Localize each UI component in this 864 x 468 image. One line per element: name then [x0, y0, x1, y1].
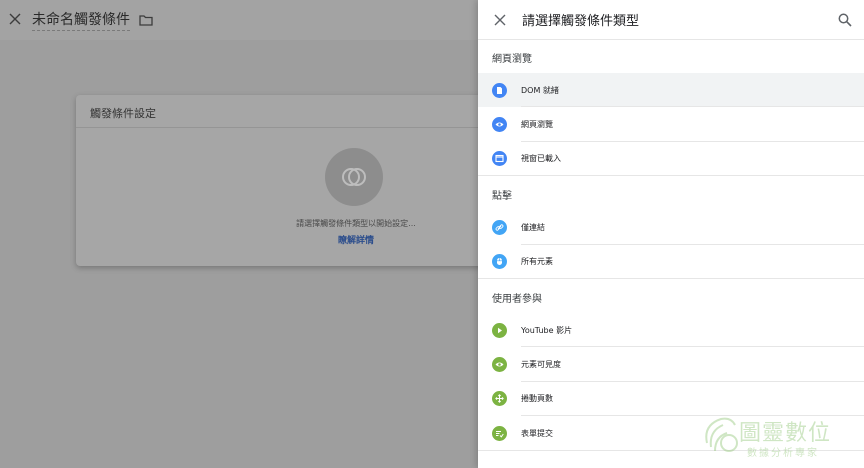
trigger-type-item[interactable]: 僅連結: [478, 210, 864, 245]
trigger-type-selector[interactable]: [325, 148, 383, 206]
section-label: 點擊: [492, 191, 512, 203]
close-icon[interactable]: [490, 10, 510, 30]
form-icon: [492, 425, 507, 441]
mouse-icon: [492, 254, 507, 270]
move-icon: [492, 391, 507, 407]
watermark-name: 圖靈數位: [739, 421, 832, 446]
trigger-type-label: 僅連結: [521, 222, 545, 232]
trigger-type-label: 網頁瀏覽: [521, 120, 553, 130]
watermark: 圖靈數位 數據分析專家: [699, 413, 849, 463]
trigger-type-list: 網頁瀏覽 DOM 就緒 網頁瀏覽 視窗已載入 點擊 僅連結 所有元素 使用者參與 YouTube…: [478, 40, 864, 451]
trigger-type-item[interactable]: DOM 就緒: [478, 73, 864, 108]
trigger-type-label: 所有元素: [521, 257, 553, 267]
trigger-icon: [342, 168, 366, 186]
panel-header: 請選擇觸發條件類型: [478, 0, 864, 40]
eye-icon: [492, 357, 507, 373]
trigger-name-field[interactable]: 未命名觸發條件: [32, 9, 130, 31]
trigger-type-item[interactable]: YouTube 影片: [478, 313, 864, 348]
trigger-type-item[interactable]: 網頁瀏覽: [478, 107, 864, 142]
card-divider: [76, 127, 496, 128]
trigger-config-card: 觸發條件設定 請選擇觸發條件類型以開始設定... 瞭解詳情: [76, 95, 496, 266]
search-icon[interactable]: [838, 12, 854, 28]
section-label: 網頁瀏覽: [492, 54, 532, 65]
trigger-type-panel: 請選擇觸發條件類型 網頁瀏覽 DOM 就緒 網頁瀏覽 視窗已載入 點擊 僅連結 所有元素 使用…: [478, 0, 864, 468]
section-label: 使用者參與: [492, 293, 542, 305]
trigger-type-item[interactable]: 所有元素: [478, 245, 864, 279]
close-icon[interactable]: [5, 10, 25, 30]
trigger-type-label: DOM 就緒: [521, 85, 559, 95]
document-icon: [492, 82, 507, 98]
trigger-type-label: 捲動頁數: [521, 394, 553, 404]
trigger-type-item[interactable]: 元素可見度: [478, 347, 864, 382]
trigger-type-label: YouTube 影片: [521, 325, 573, 335]
trigger-type-label: 表單提交: [521, 428, 553, 438]
trigger-type-label: 元素可見度: [521, 360, 561, 370]
watermark-tagline: 數據分析專家: [747, 448, 819, 459]
row-divider: [478, 277, 864, 279]
folder-icon[interactable]: [138, 12, 154, 28]
panel-title: 請選擇觸發條件類型: [522, 14, 640, 29]
watermark-logo: [705, 417, 738, 452]
play-icon: [492, 322, 507, 338]
trigger-type-label: 視窗已載入: [521, 154, 561, 164]
trigger-type-item[interactable]: 視窗已載入: [478, 142, 864, 177]
learn-more-link[interactable]: 瞭解詳情: [76, 233, 496, 246]
card-hint: 請選擇觸發條件類型以開始設定...: [296, 219, 416, 228]
trigger-type-item[interactable]: 捲動頁數: [478, 382, 864, 417]
eye-icon: [492, 117, 507, 133]
card-title: 觸發條件設定: [90, 107, 156, 120]
row-divider: [478, 175, 864, 177]
window-icon: [492, 151, 507, 167]
link-icon: [492, 219, 507, 235]
